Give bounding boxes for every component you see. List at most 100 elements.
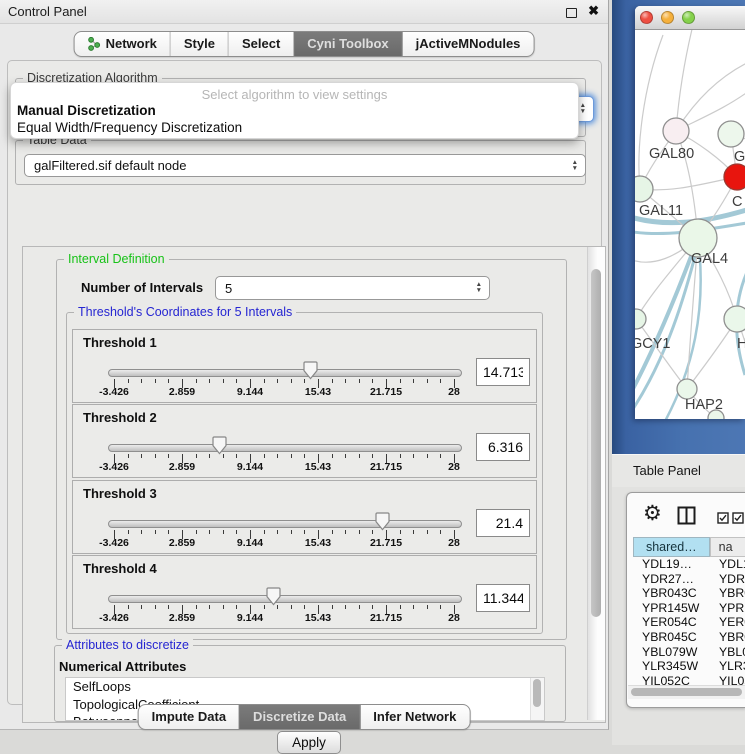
table-data-combobox[interactable]: galFiltered.sif default node ▲▼	[24, 154, 586, 177]
network-node-h[interactable]	[724, 306, 745, 332]
network-edge[interactable]	[676, 60, 745, 131]
table-cell: YBR043C	[633, 586, 710, 601]
table-row[interactable]: YBL079WYBL079W	[633, 645, 745, 660]
network-edge[interactable]	[676, 30, 693, 131]
table-row[interactable]: YLR345WYLR345W	[633, 659, 745, 674]
node-label: GAL4	[691, 251, 728, 267]
slider-track[interactable]	[108, 595, 462, 603]
combo-stepper-icon: ▲▼	[572, 160, 578, 172]
threshold-value-field[interactable]	[476, 433, 530, 461]
table-row[interactable]: YBR045CYBR045C	[633, 630, 745, 645]
table-row[interactable]: YDL19…YDL19	[633, 557, 745, 572]
tab-select[interactable]: Select	[228, 32, 293, 56]
bottom-tab-discretize-data[interactable]: Discretize Data	[239, 705, 359, 729]
mac-close-button[interactable]	[640, 11, 653, 24]
interval-definition-title: Interval Definition	[64, 252, 169, 266]
tab-style[interactable]: Style	[170, 32, 228, 56]
table-panel-title: Table Panel	[633, 463, 701, 478]
table-row[interactable]: YER054CYER054C	[633, 615, 745, 630]
combo-stepper-icon: ▲▼	[476, 282, 482, 294]
mac-zoom-button[interactable]	[682, 11, 695, 24]
split-view-icon[interactable]	[677, 506, 696, 525]
panel-vertical-scrollbar[interactable]	[587, 247, 605, 720]
table-cell: YPR145W	[710, 601, 745, 616]
gear-icon[interactable]: ⚙	[643, 501, 662, 526]
network-edge[interactable]	[639, 35, 663, 189]
threshold-panel: Threshold 2 -3.4262.8599.14415.4321.71528	[72, 404, 537, 478]
tab-network[interactable]: Network	[75, 32, 170, 56]
tab-label: jActiveMNodules	[416, 36, 521, 51]
slider-track[interactable]	[108, 444, 462, 452]
network-node-ga[interactable]	[718, 121, 744, 147]
apply-button[interactable]: Apply	[277, 731, 341, 754]
threshold-panel: Threshold 4 -3.4262.8599.14415.4321.71528	[72, 555, 537, 629]
table-panel-window: ⚙ shared…na YDL19…YDL19YDR27…YDR27YBR043…	[626, 492, 745, 708]
close-icon[interactable]: ✖	[588, 3, 599, 19]
window-title: Control Panel	[8, 4, 87, 19]
network-node-gal80[interactable]	[663, 118, 689, 144]
slider-tick-labels: -3.4262.8599.14415.4321.71528	[114, 612, 454, 624]
table-cell: YBL079W	[710, 645, 745, 660]
algorithm-option-manual[interactable]: Manual Discretization	[16, 103, 573, 118]
table-row[interactable]: YPR145WYPR145W	[633, 601, 745, 616]
node-label: GCY1	[635, 336, 671, 352]
table-column-header[interactable]: shared…	[633, 537, 710, 557]
table-row[interactable]: YBR043CYBR043C	[633, 586, 745, 601]
table-cell: YDR27	[710, 572, 745, 587]
number-of-intervals-combobox[interactable]: 5 ▲▼	[215, 276, 490, 300]
algorithm-hint: Select algorithm to view settings	[11, 87, 578, 102]
network-canvas[interactable]: GAL80GACGAL11GAL4GCY1HHAP2	[635, 30, 745, 419]
table-data-groupbox: Table Data galFiltered.sif default node …	[15, 140, 586, 185]
mac-minimize-button[interactable]	[661, 11, 674, 24]
checkbox-icon[interactable]	[717, 512, 729, 524]
threshold-label: Threshold 3	[83, 486, 157, 501]
table-cell: YDL19…	[633, 557, 710, 572]
algorithm-option-equal-width[interactable]: Equal Width/Frequency Discretization	[16, 120, 573, 135]
algorithm-dropdown-popup: Select algorithm to view settings Manual…	[10, 82, 579, 139]
tab-jactivemnodules[interactable]: jActiveMNodules	[402, 32, 534, 56]
node-label: HAP2	[685, 397, 723, 413]
slider-tick-labels: -3.4262.8599.14415.4321.71528	[114, 461, 454, 473]
threshold-value-field[interactable]	[476, 584, 530, 612]
settings-scroll-panel: Interval Definition Number of Intervals …	[22, 246, 606, 723]
tab-cyni-toolbox[interactable]: Cyni Toolbox	[293, 32, 401, 56]
node-label: H	[737, 336, 745, 352]
network-node-gcy1[interactable]	[635, 309, 646, 329]
table-column-header[interactable]: na	[710, 537, 745, 557]
attribute-list-item[interactable]: SelfLoops	[66, 678, 544, 696]
tab-label: Network	[106, 36, 157, 51]
bottom-tab-infer-network[interactable]: Infer Network	[359, 705, 469, 729]
list-scrollbar[interactable]	[530, 678, 544, 720]
table-horizontal-scrollbar[interactable]	[628, 685, 745, 699]
table-panel-header: Table Panel	[612, 454, 745, 488]
control-panel-window: Control Panel ✖ Network StyleSelect Cyni T…	[0, 0, 609, 730]
bottom-tab-impute-data[interactable]: Impute Data	[139, 705, 239, 729]
slider-tick-labels: -3.4262.8599.14415.4321.71528	[114, 386, 454, 398]
float-window-icon[interactable]	[566, 8, 577, 18]
network-node-red-node[interactable]	[724, 164, 745, 190]
table-row[interactable]: YDR27…YDR27	[633, 572, 745, 587]
threshold-label: Threshold 4	[83, 561, 157, 576]
threshold-panel: Threshold 1-3.4262.8599.14415.4321.71528	[72, 329, 537, 403]
table-cell: YER054C	[710, 615, 745, 630]
checkbox-icon[interactable]	[732, 512, 744, 524]
threshold-value-field[interactable]	[476, 358, 530, 386]
slider-track[interactable]	[108, 369, 462, 377]
table-cell: YBR045C	[633, 630, 710, 645]
control-panel-tabbar: Network StyleSelect Cyni Toolbox jActiveMNo…	[74, 31, 535, 57]
threshold-value-field[interactable]	[476, 509, 530, 537]
tab-label: Discretize Data	[253, 709, 346, 724]
table-hscrollbar-thumb[interactable]	[631, 688, 742, 696]
table-data-value: galFiltered.sif default node	[34, 158, 186, 173]
panel-scrollbar-thumb[interactable]	[591, 269, 601, 617]
node-label: GA	[734, 149, 745, 165]
network-edge[interactable]	[640, 177, 737, 190]
network-node-hap2[interactable]	[677, 379, 697, 399]
combo-stepper-icon: ▲▼	[580, 103, 586, 115]
table-cell: YDL19	[710, 557, 745, 572]
list-scrollbar-thumb[interactable]	[533, 679, 541, 707]
tab-label: Cyni Toolbox	[307, 36, 388, 51]
threshold-panel: Threshold 3-3.4262.8599.14415.4321.71528	[72, 480, 537, 554]
slider-track[interactable]	[108, 520, 462, 528]
threshold-label: Threshold 2	[83, 410, 157, 425]
